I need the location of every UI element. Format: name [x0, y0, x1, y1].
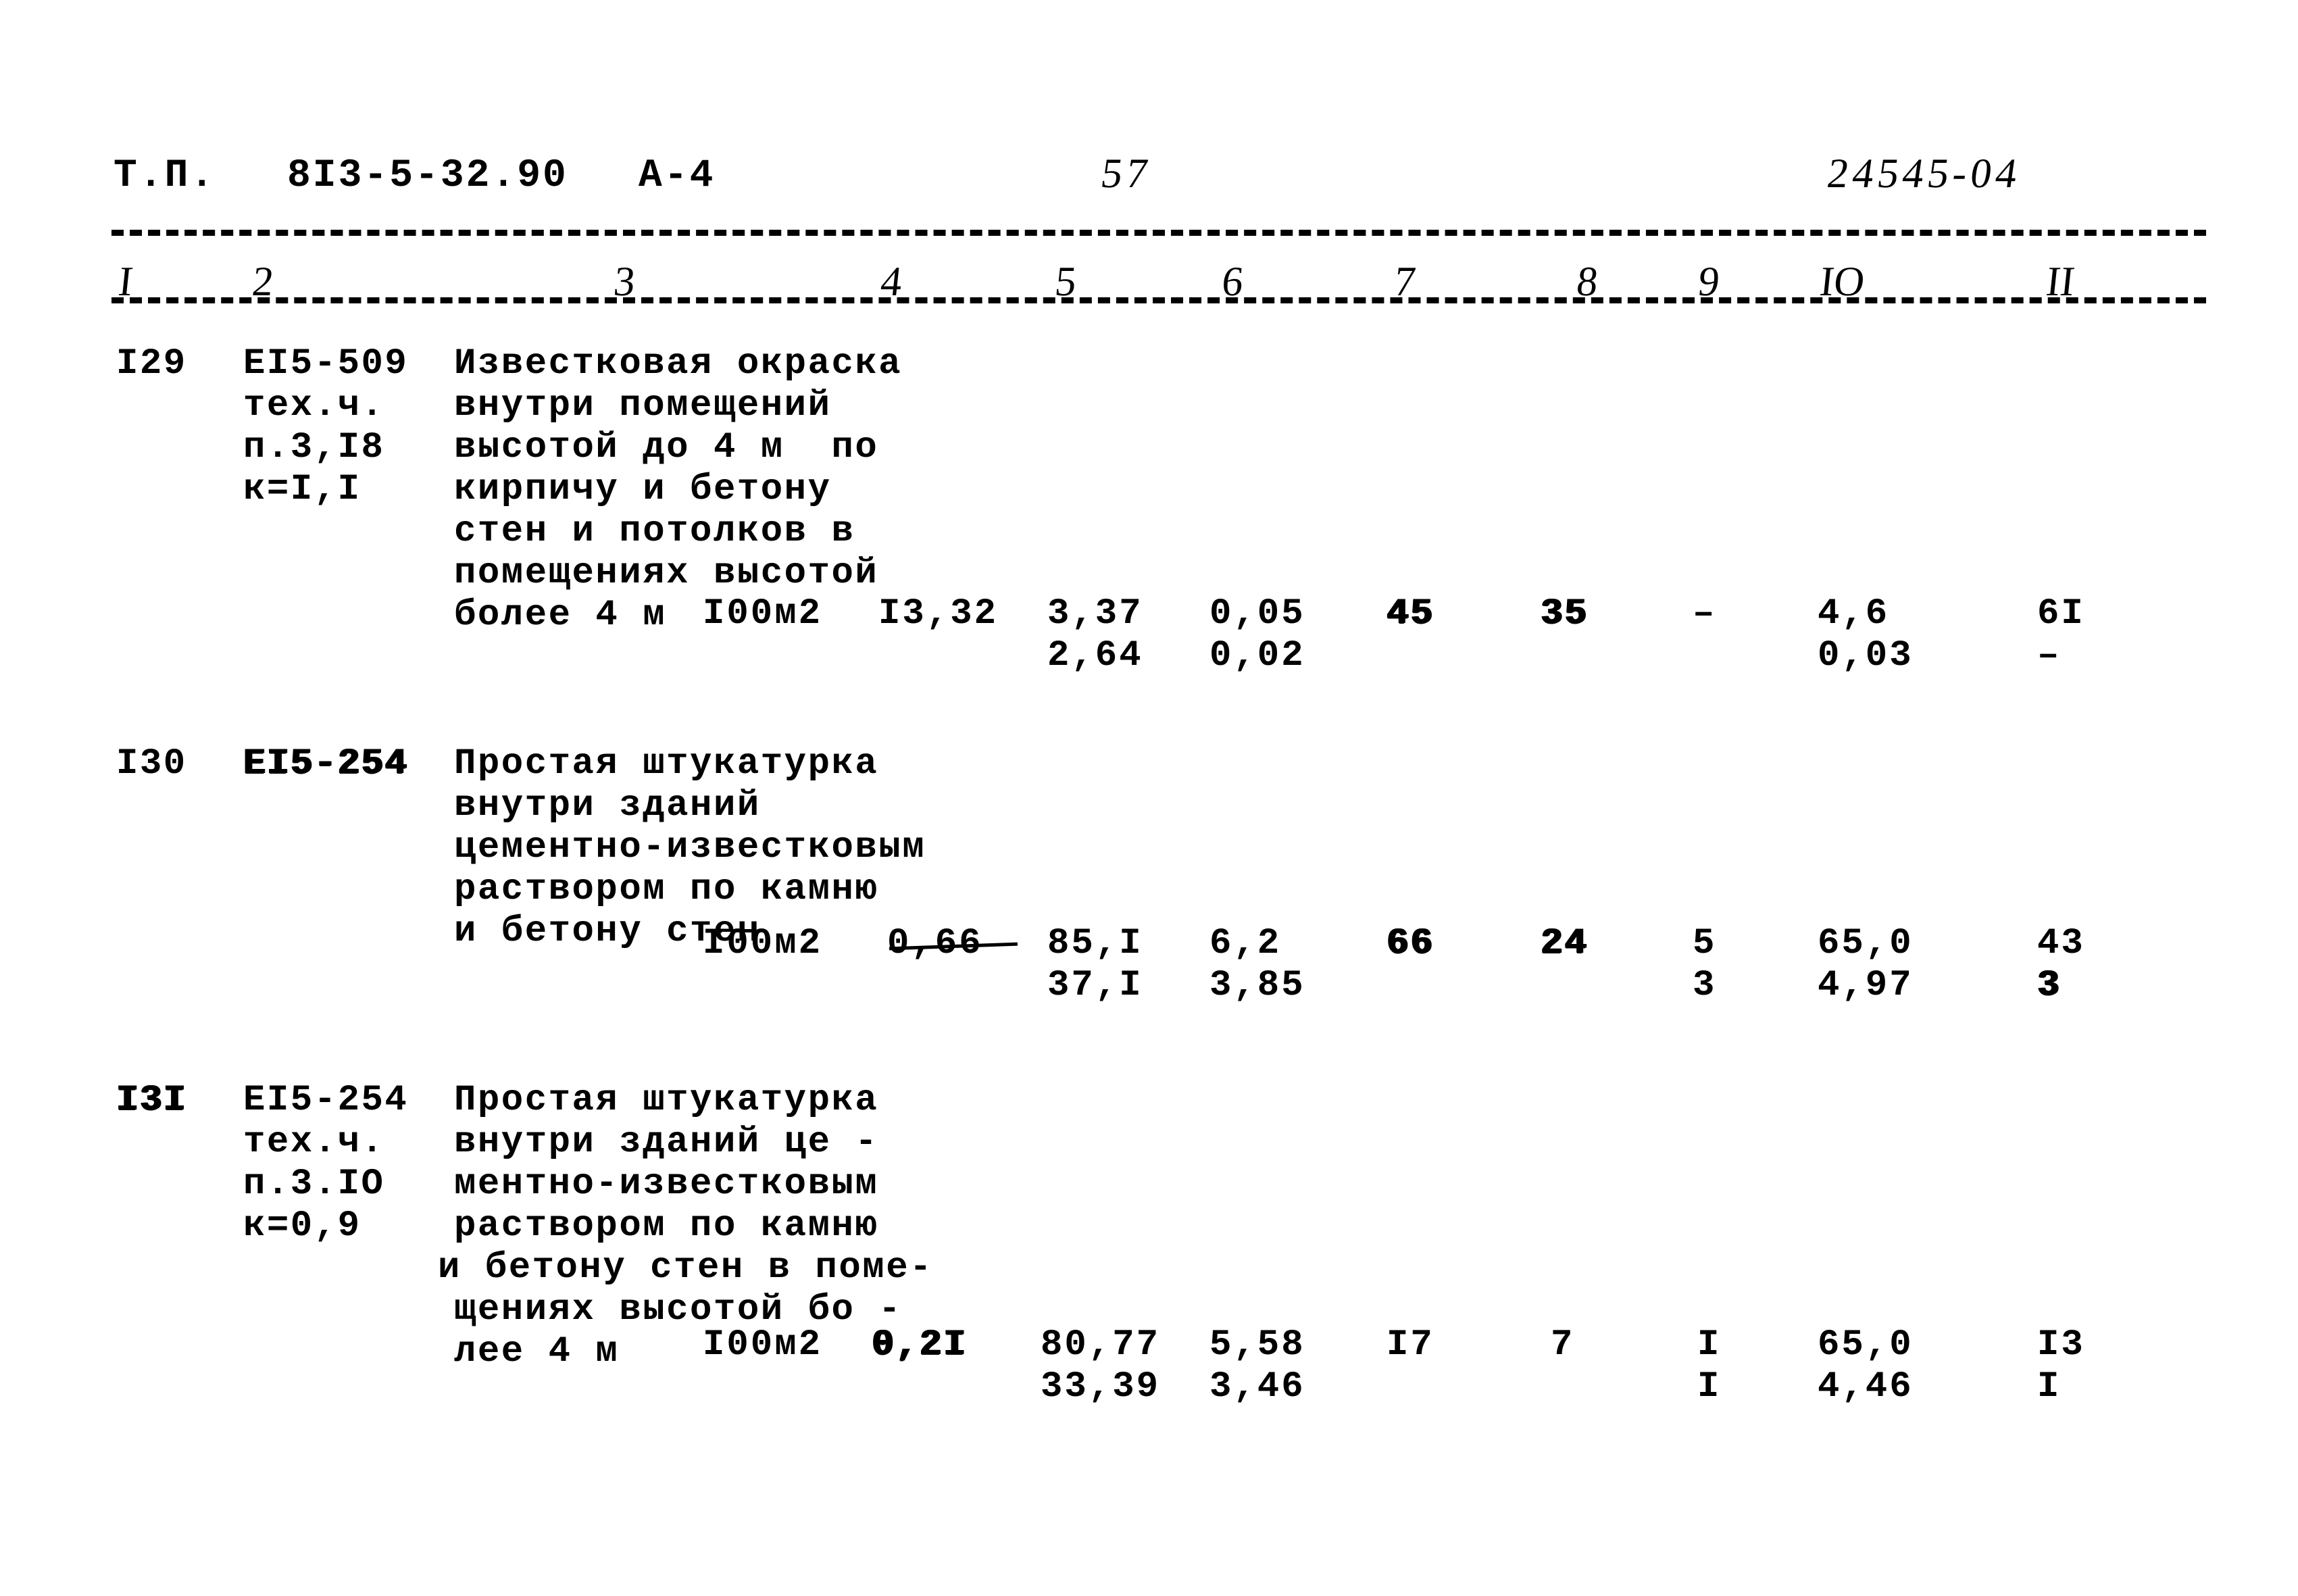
row-col11-lower: I — [2037, 1366, 2062, 1407]
row-description-line: внутри помещений — [454, 385, 832, 426]
row-col10-lower: 4,97 — [1818, 965, 1914, 1006]
row-code: ЕI5-254 — [243, 743, 409, 784]
row-col7: I7 — [1387, 1324, 1434, 1366]
row-description-line: кирпичу и бетону — [454, 469, 832, 510]
row-col5-upper: 85,I — [1047, 923, 1143, 964]
row-col7: 45 — [1387, 593, 1434, 634]
row-description-line: раствором по камню — [454, 1205, 879, 1247]
row-description-line: внутри зданий це - — [454, 1122, 879, 1163]
row-description-line: ментно-известковым — [454, 1164, 879, 1205]
row-unit: I00м2 — [703, 1324, 823, 1366]
row-col5-lower: 2,64 — [1047, 635, 1143, 676]
row-number: I30 — [116, 743, 187, 784]
rule-top — [111, 230, 2206, 236]
header-doc-type: Т.П. — [114, 154, 216, 198]
row-description-line: и бетону стен в поме- — [438, 1247, 934, 1289]
row-col11-lower: – — [2037, 635, 2062, 676]
row-col11-upper: 43 — [2037, 923, 2085, 964]
row-col6-upper: 6,2 — [1209, 923, 1282, 964]
row-description-line: цементно-известковым — [454, 827, 926, 868]
row-col9-upper: – — [1693, 593, 1717, 634]
row-col10-upper: 65,0 — [1818, 923, 1914, 964]
row-col9-upper: I — [1697, 1324, 1722, 1366]
row-col5-upper: 3,37 — [1047, 593, 1143, 634]
row-description-line: Простая штукатурка — [454, 743, 879, 784]
row-description-line: помещениях высотой — [454, 553, 879, 594]
row-description-line: лее 4 м — [454, 1331, 620, 1372]
header-archive-code: 24545-04 — [1824, 151, 2024, 197]
row-unit: I00м2 — [703, 923, 823, 964]
row-col7: 66 — [1387, 923, 1434, 964]
row-code: ЕI5-254 — [243, 1080, 409, 1121]
row-col10-upper: 4,6 — [1818, 593, 1890, 634]
row-description-line: Известковая окраска — [454, 343, 903, 384]
row-description-line: более 4 м — [454, 595, 667, 636]
row-col6-lower: 0,02 — [1209, 635, 1305, 676]
row-code-note-3: к=0,9 — [243, 1205, 361, 1247]
row-quantity: 0,2I — [872, 1324, 968, 1366]
row-code-note-1: тех.ч. — [243, 385, 385, 426]
row-code: ЕI5-509 — [243, 343, 409, 384]
row-col10-upper: 65,0 — [1818, 1324, 1914, 1366]
scanned-document-page: Т.П. 8I3-5-32.90 А-4 57 24545-04 I 2 3 4… — [0, 0, 2298, 1596]
row-description-line: внутри зданий — [454, 785, 761, 826]
row-col9-upper: 5 — [1693, 923, 1717, 964]
row-col9-lower: I — [1697, 1366, 1722, 1407]
row-unit: I00м2 — [703, 593, 823, 634]
header-series-code: 8I3-5-32.90 — [287, 154, 568, 198]
header-section: А-4 — [639, 154, 716, 198]
row-number: I29 — [116, 343, 187, 384]
row-description-line: Простая штукатурка — [454, 1080, 879, 1121]
row-description-line: стен и потолков в — [454, 511, 855, 552]
row-col11-upper: I3 — [2037, 1324, 2085, 1366]
row-description-line: раствором по камню — [454, 869, 879, 910]
row-col6-upper: 5,58 — [1209, 1324, 1305, 1366]
row-code-note-1: тех.ч. — [243, 1122, 385, 1163]
row-col10-lower: 0,03 — [1818, 635, 1914, 676]
row-col8: 7 — [1551, 1324, 1575, 1366]
row-col6-lower: 3,46 — [1209, 1366, 1305, 1407]
row-col5-lower: 33,39 — [1041, 1366, 1161, 1407]
row-col11-lower: 3 — [2037, 965, 2062, 1006]
row-code-note-2: п.3.IO — [243, 1164, 385, 1205]
header-page-number: 57 — [1098, 151, 1155, 197]
row-col11-upper: 6I — [2037, 593, 2085, 634]
row-col5-upper: 80,77 — [1041, 1324, 1161, 1366]
row-code-note-3: к=I,I — [243, 469, 361, 510]
row-description-line: щениях высотой бо - — [454, 1289, 903, 1330]
row-col10-lower: 4,46 — [1818, 1366, 1914, 1407]
row-col5-lower: 37,I — [1047, 965, 1143, 1006]
rule-under-column-numbers — [111, 297, 2206, 303]
row-description-line: высотой до 4 м по — [454, 427, 879, 468]
row-quantity: I3,32 — [878, 593, 999, 634]
row-col6-upper: 0,05 — [1209, 593, 1305, 634]
row-col9-lower: 3 — [1693, 965, 1717, 1006]
row-col6-lower: 3,85 — [1209, 965, 1305, 1006]
row-number: I3I — [116, 1080, 187, 1121]
row-col8: 24 — [1541, 923, 1589, 964]
row-col8: 35 — [1541, 593, 1589, 634]
row-code-note-2: п.3,I8 — [243, 427, 385, 468]
